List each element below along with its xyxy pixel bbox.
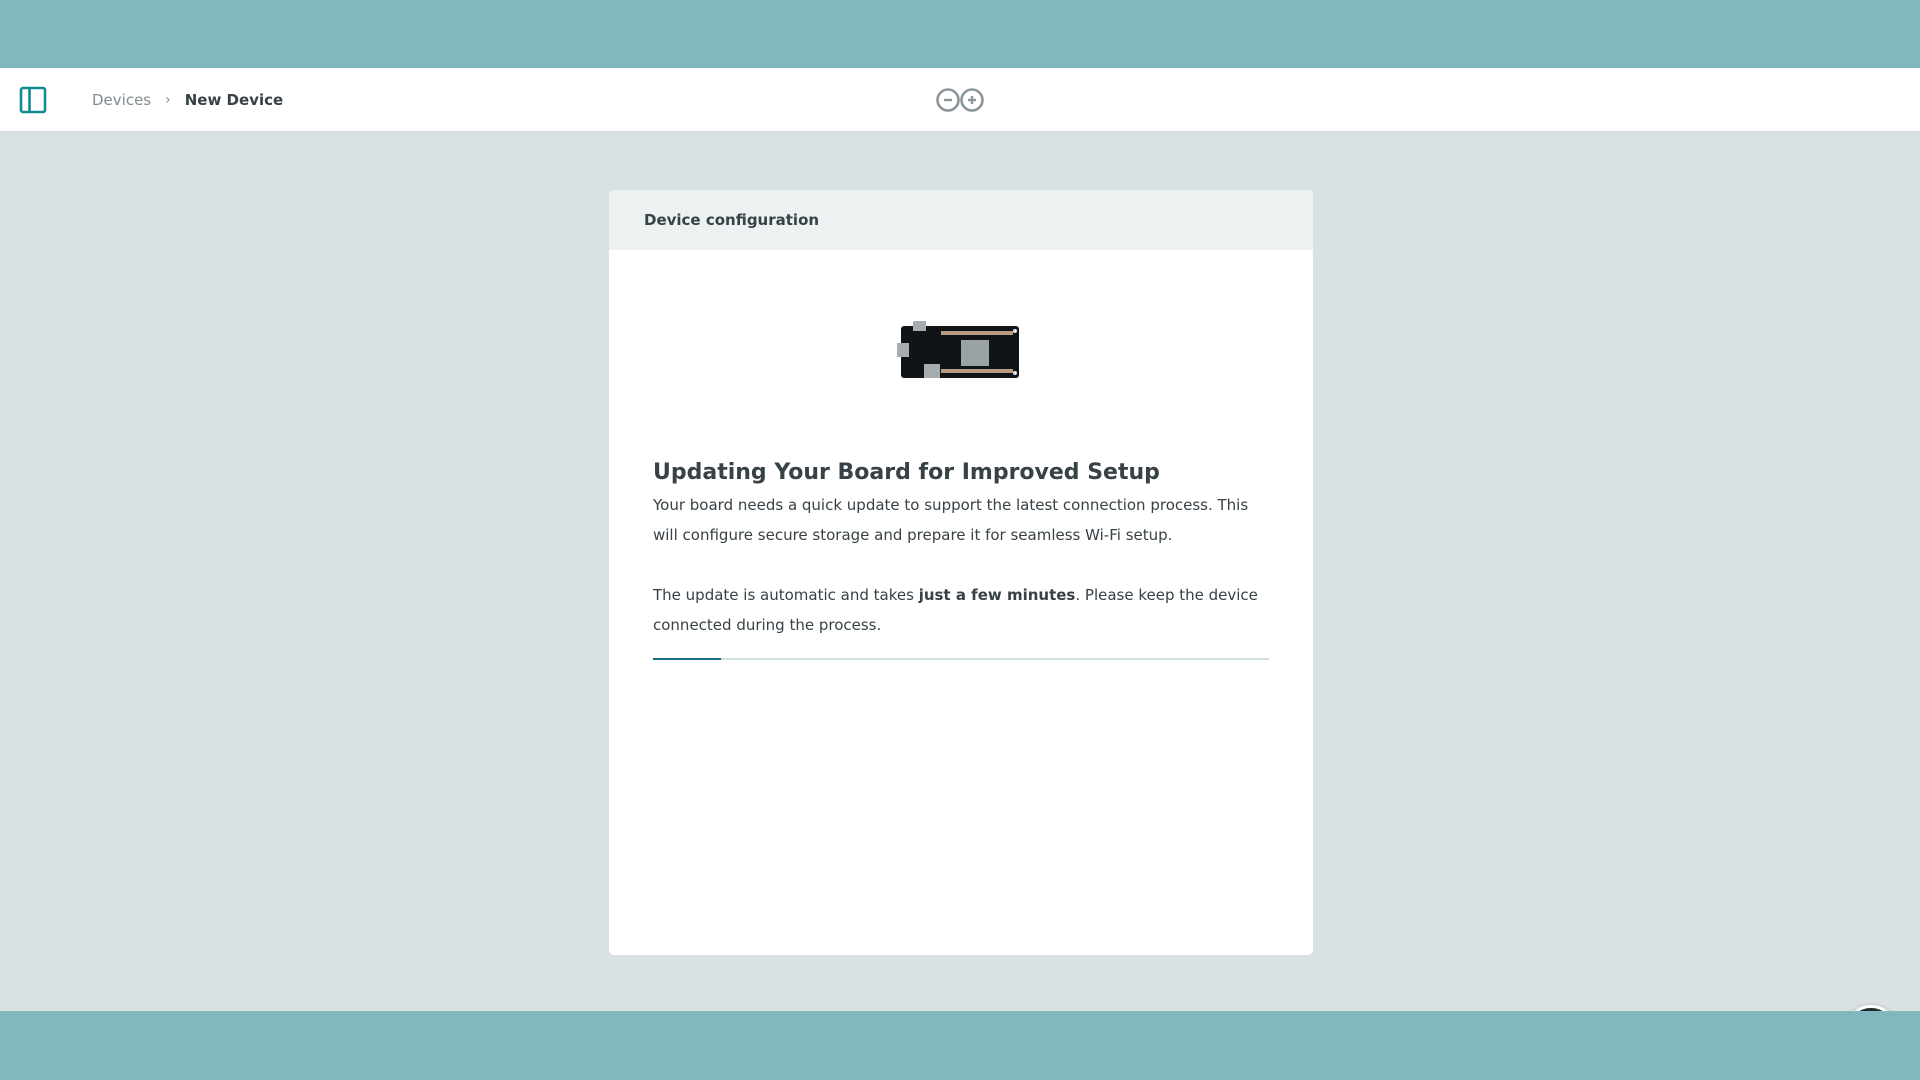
chevron-right-icon: › <box>165 92 171 108</box>
note-text-bold: just a few minutes <box>918 586 1076 604</box>
sidebar-toggle-icon[interactable] <box>19 86 47 114</box>
breadcrumb-current: New Device <box>184 91 284 109</box>
top-bar: Devices › New Device <box>0 68 1920 132</box>
note-text-before: The update is automatic and takes <box>653 586 919 604</box>
device-configuration-card: Device configuration Updating Your Board… <box>609 190 1313 955</box>
update-progress-fill <box>653 658 721 660</box>
breadcrumb-devices-link[interactable]: Devices <box>92 91 151 109</box>
update-duration-note: The update is automatic and takes just a… <box>653 580 1273 640</box>
board-image <box>897 320 1022 380</box>
top-background-band <box>0 0 1920 68</box>
card-header: Device configuration <box>609 190 1313 250</box>
breadcrumb: Devices › New Device <box>92 89 283 111</box>
card-title: Updating Your Board for Improved Setup <box>653 460 1160 485</box>
update-description: Your board needs a quick update to suppo… <box>653 496 1249 544</box>
update-progress-bar <box>653 658 1269 660</box>
app-container: Devices › New Device Device configuratio… <box>0 68 1920 1057</box>
arduino-logo <box>935 87 985 113</box>
bottom-background-band <box>0 1011 1920 1080</box>
